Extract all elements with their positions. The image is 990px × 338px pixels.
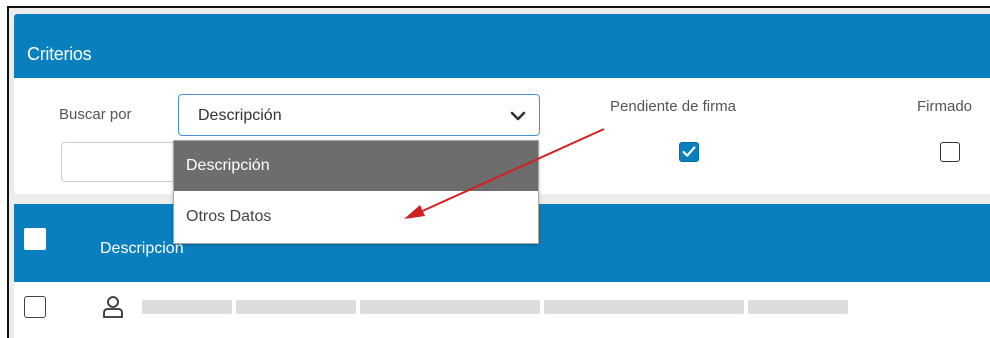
search-by-dropdown: Descripción Otros Datos xyxy=(173,140,539,244)
search-text-input[interactable] xyxy=(61,142,177,182)
redacted-text xyxy=(142,300,232,314)
search-by-select[interactable]: Descripción xyxy=(178,94,540,136)
search-by-label: Buscar por xyxy=(59,106,132,123)
criteria-header: Criterios xyxy=(14,14,990,78)
redacted-text xyxy=(544,300,744,314)
criteria-title: Criterios xyxy=(27,44,92,64)
row-checkbox[interactable] xyxy=(24,296,46,318)
signed-label: Firmado xyxy=(917,98,973,115)
table-row[interactable] xyxy=(14,282,990,338)
column-header-description[interactable]: Descripcion xyxy=(100,240,184,258)
chevron-down-icon xyxy=(510,111,526,121)
redacted-text xyxy=(236,300,356,314)
option-other-data[interactable]: Otros Datos xyxy=(174,192,538,242)
signed-checkbox[interactable] xyxy=(940,142,960,162)
option-description[interactable]: Descripción xyxy=(174,141,538,191)
redacted-text xyxy=(360,300,540,314)
user-icon xyxy=(103,296,123,318)
check-icon xyxy=(682,146,696,157)
app-frame: Criterios Buscar por Descripción Pendien… xyxy=(7,6,990,338)
pending-signature-checkbox[interactable] xyxy=(679,142,699,162)
redacted-text xyxy=(748,300,848,314)
search-by-value: Descripción xyxy=(198,107,282,124)
select-all-checkbox[interactable] xyxy=(24,228,46,250)
pending-signature-label: Pendiente de firma xyxy=(610,98,736,115)
